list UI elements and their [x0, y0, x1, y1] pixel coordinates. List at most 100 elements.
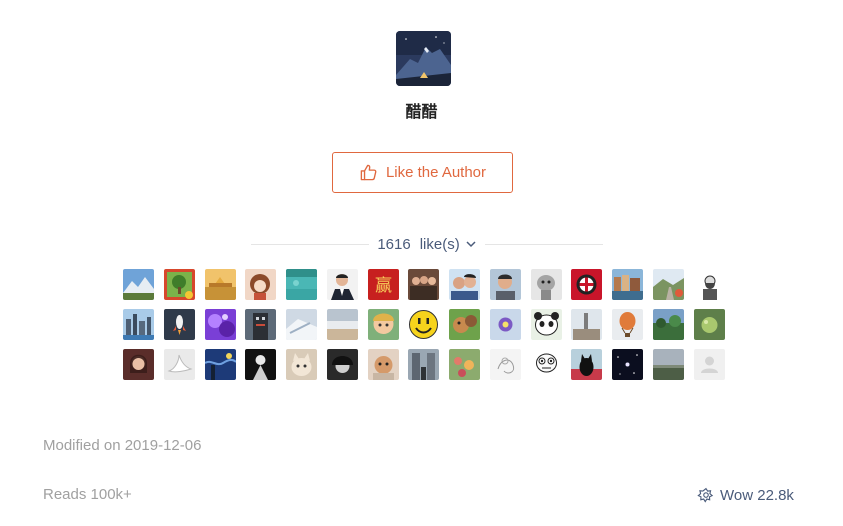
green-garden-icon	[652, 309, 684, 340]
modified-date: Modified on 2019-12-06	[43, 437, 202, 454]
thumbs-up-icon	[360, 164, 377, 181]
dark-building-icon	[245, 309, 277, 340]
cartoon-boy-icon	[367, 309, 399, 340]
liker-avatar[interactable]	[163, 309, 195, 340]
liker-avatar[interactable]	[286, 309, 317, 340]
liker-avatar[interactable]	[489, 349, 521, 380]
liker-avatar[interactable]	[286, 269, 317, 300]
liker-avatar[interactable]	[449, 309, 480, 340]
wow-button[interactable]: Wow 22.8k	[697, 486, 794, 504]
likes-toggle[interactable]: 1616 like(s)	[369, 236, 484, 253]
liker-avatar[interactable]	[204, 309, 236, 340]
ac-milan-logo-icon	[571, 269, 603, 300]
liker-avatar[interactable]	[326, 349, 358, 380]
liker-avatar[interactable]	[163, 349, 195, 380]
liker-avatar[interactable]	[204, 269, 236, 300]
like-author-button[interactable]: Like the Author	[332, 152, 513, 193]
liker-avatar[interactable]	[367, 349, 399, 380]
liker-avatar[interactable]	[571, 309, 603, 340]
white-bird-icon	[163, 349, 195, 380]
liker-avatar[interactable]	[612, 349, 643, 380]
cat-photo-icon	[286, 349, 317, 380]
liker-avatar[interactable]	[204, 349, 236, 380]
landscape-dusk-icon	[652, 349, 684, 380]
read-count: Reads 100k+	[43, 486, 132, 503]
like-author-label: Like the Author	[385, 164, 487, 181]
liker-avatar[interactable]	[123, 309, 154, 340]
liker-avatar[interactable]	[245, 269, 277, 300]
liker-avatar[interactable]	[245, 309, 277, 340]
liker-avatar[interactable]	[652, 309, 684, 340]
rocket-logo-icon	[163, 309, 195, 340]
city-skyline-icon	[123, 309, 154, 340]
mountain-tent-night-icon	[396, 31, 451, 86]
liker-avatar[interactable]	[612, 269, 643, 300]
liker-avatar[interactable]	[367, 309, 399, 340]
liker-avatar[interactable]	[449, 269, 480, 300]
hair-portrait-icon	[326, 349, 358, 380]
flower-garden-icon	[449, 349, 480, 380]
divider-right	[484, 243, 603, 245]
chevron-down-icon	[466, 241, 476, 248]
liker-avatar[interactable]	[286, 349, 317, 380]
liker-avatar[interactable]	[652, 349, 684, 380]
divider-left	[251, 243, 370, 245]
liker-avatar[interactable]	[530, 309, 562, 340]
town-square-icon	[571, 309, 603, 340]
author-name[interactable]: 醋醋	[0, 98, 843, 122]
road-landscape-icon	[652, 269, 684, 300]
liker-avatar[interactable]	[489, 269, 521, 300]
liker-avatar[interactable]	[530, 269, 562, 300]
liker-avatar[interactable]	[571, 269, 603, 300]
liker-avatar[interactable]	[326, 269, 358, 300]
red-chinese-character-icon: 赢	[367, 269, 399, 300]
tree-app-icon-icon	[163, 269, 195, 300]
default-avatar-icon	[693, 349, 725, 380]
liker-avatar[interactable]	[693, 269, 725, 300]
frozen-lake-icon	[326, 309, 358, 340]
liker-avatar[interactable]	[652, 269, 684, 300]
liker-avatar[interactable]	[408, 349, 440, 380]
selfie-couple-icon	[449, 269, 480, 300]
liker-avatar[interactable]	[123, 349, 154, 380]
liker-avatar-grid: 赢	[123, 269, 725, 380]
canal-city-icon	[612, 269, 643, 300]
black-cat-icon	[571, 349, 603, 380]
wow-label: Wow 22.8k	[720, 486, 794, 504]
bearded-sketch-icon	[693, 269, 725, 300]
liker-avatar[interactable]	[693, 349, 725, 380]
night-sky-icon	[612, 349, 643, 380]
liker-avatar[interactable]	[245, 349, 277, 380]
liker-avatar[interactable]	[530, 349, 562, 380]
starry-night-icon	[204, 349, 236, 380]
smiley-face-icon	[408, 309, 440, 340]
man-in-suit-icon	[326, 269, 358, 300]
black-dark-figure-icon	[245, 349, 277, 380]
liker-avatar[interactable]	[163, 269, 195, 300]
liker-avatar[interactable]	[408, 309, 440, 340]
liker-avatar[interactable]	[326, 309, 358, 340]
liker-avatar[interactable]	[612, 309, 643, 340]
svg-text:赢: 赢	[375, 276, 392, 296]
group-photo-icon	[408, 269, 440, 300]
panda-cartoon-icon	[530, 309, 562, 340]
liker-avatar[interactable]: 赢	[367, 269, 399, 300]
liker-avatar[interactable]	[489, 309, 521, 340]
green-fruit-icon	[693, 309, 725, 340]
likes-label: like(s)	[419, 235, 460, 253]
liker-avatar[interactable]	[693, 309, 725, 340]
meme-face-icon	[530, 349, 562, 380]
liker-avatar[interactable]	[571, 349, 603, 380]
liker-avatar[interactable]	[449, 349, 480, 380]
cartoon-character-gray-icon	[530, 269, 562, 300]
wow-flower-icon	[697, 487, 714, 503]
street-photo-icon	[408, 349, 440, 380]
liker-avatar[interactable]	[408, 269, 440, 300]
hot-air-balloon-icon	[612, 309, 643, 340]
man-portrait-icon	[489, 269, 521, 300]
cat-cushion-icon	[367, 349, 399, 380]
purple-abstract-icon	[204, 309, 236, 340]
liker-avatar[interactable]	[123, 269, 154, 300]
author-avatar[interactable]	[396, 31, 451, 86]
turquoise-water-icon	[286, 269, 317, 300]
